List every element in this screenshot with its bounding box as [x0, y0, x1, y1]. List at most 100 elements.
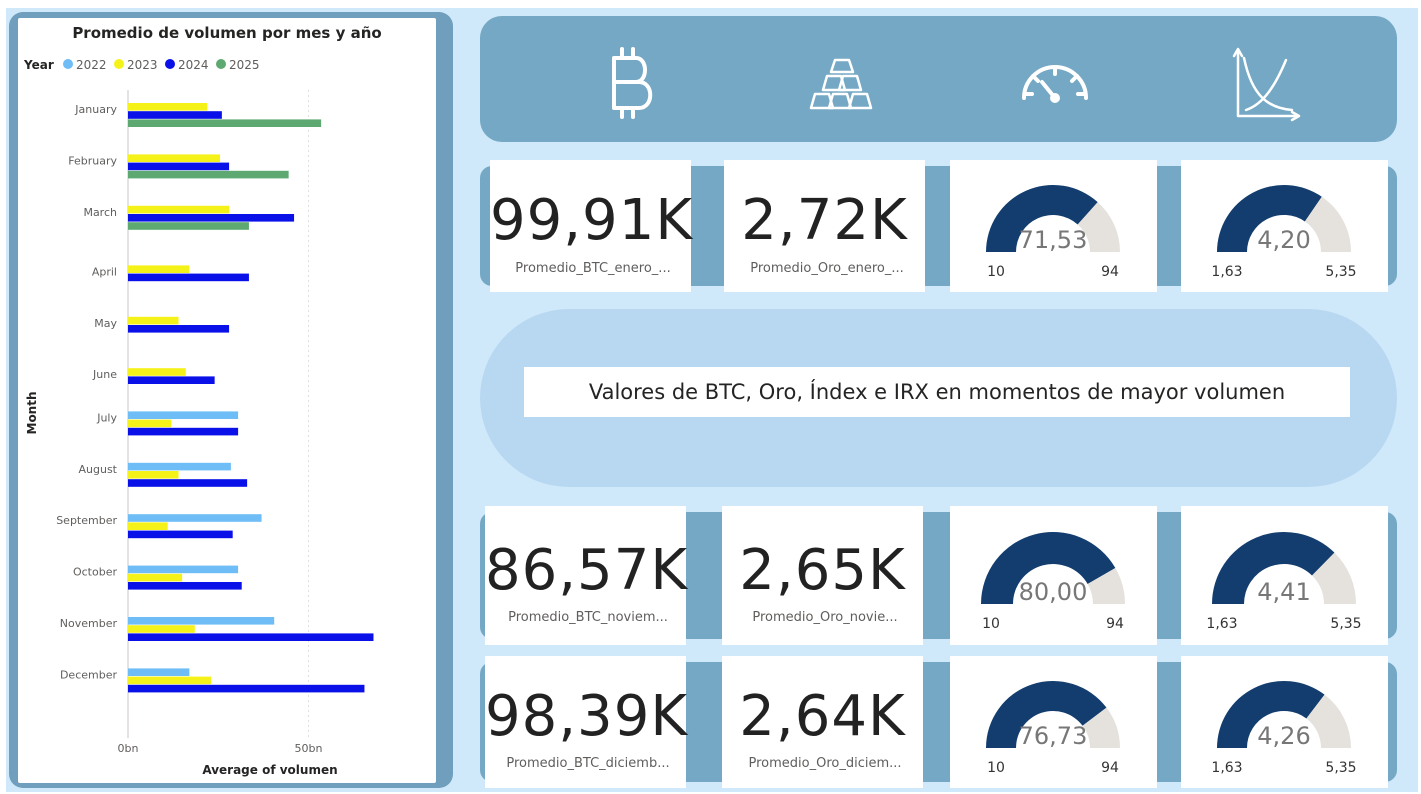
bar-2022-september[interactable]	[128, 514, 262, 522]
bar-2023-september[interactable]	[128, 522, 168, 530]
bar-2024-december[interactable]	[128, 684, 365, 693]
gauge-irx-january: 4,20 1,63 5,35	[1211, 185, 1357, 280]
gauge-card-irx-january[interactable]: 4,20 1,63 5,35	[1181, 160, 1388, 292]
icon-banner	[480, 16, 1397, 142]
chart-title: Promedio de volumen por mes y año	[72, 24, 381, 42]
section-title: Valores de BTC, Oro, Índex e IRX en mome…	[588, 380, 1286, 404]
speedometer-icon	[1016, 44, 1094, 122]
report-canvas: Promedio de volumen por mes y año Year 2…	[0, 0, 1421, 794]
value-axis: 0bn 50bn	[118, 742, 323, 755]
gauge-index-december: 76,73 10 94	[986, 681, 1120, 776]
bar-2024-february[interactable]	[128, 162, 230, 171]
category-label-january: January	[74, 103, 117, 116]
legend-marker-2022	[63, 59, 73, 69]
bar-2024-january[interactable]	[128, 111, 222, 119]
legend-title: Year	[23, 58, 54, 72]
bar-2024-july[interactable]	[128, 427, 239, 436]
bar-chart-svg: Promedio de volumen por mes y año Year 2…	[23, 24, 382, 777]
bar-2023-october[interactable]	[128, 573, 183, 582]
legend-label-2025: 2025	[229, 58, 260, 72]
gauge-max: 5,35	[1330, 616, 1361, 632]
category-label-october: October	[73, 566, 117, 579]
x-tick-label: 0bn	[118, 742, 139, 755]
bar-2024-june[interactable]	[128, 376, 215, 384]
gauge-max: 5,35	[1325, 264, 1356, 280]
category-label-june: June	[92, 368, 117, 381]
bar-2022-december[interactable]	[128, 668, 190, 676]
gauge-index-november: 80,00 10 94	[981, 532, 1125, 632]
legend-label-2023: 2023	[127, 58, 158, 72]
kpi-value: 2,64K	[739, 684, 906, 749]
kpi-label: Promedio_Oro_diciem...	[748, 756, 902, 771]
category-label-april: April	[92, 265, 117, 278]
bar-2022-july[interactable]	[128, 411, 239, 419]
kpi-value: 2,72K	[741, 188, 908, 253]
bar-2023-november[interactable]	[128, 625, 195, 633]
gauge-min: 1,63	[1211, 264, 1242, 280]
category-label-september: September	[56, 514, 117, 527]
section-banner: Valores de BTC, Oro, Índex e IRX en mome…	[480, 309, 1397, 487]
bar-2024-march[interactable]	[128, 214, 295, 222]
category-label-august: August	[79, 463, 118, 476]
category-axis: January February March April May June July Augu…	[56, 103, 117, 681]
bar-2023-march[interactable]	[128, 205, 230, 214]
bar-2024-november[interactable]	[128, 633, 374, 641]
bitcoin-icon	[592, 44, 670, 122]
kpi-label: Promedio_BTC_noviem...	[508, 610, 668, 625]
gauge-card-index-january[interactable]: 71,53 10 94	[950, 160, 1157, 292]
kpi-card-btc-january[interactable]: 99,91K Promedio_BTC_enero_...	[490, 160, 694, 292]
chart-legend[interactable]: Year 2022 2023 2024 2025	[23, 58, 260, 72]
category-label-february: February	[68, 154, 117, 167]
kpi-label: Promedio_BTC_diciemb...	[506, 756, 670, 771]
bar-2024-october[interactable]	[128, 582, 242, 590]
gauge-value: 80,00	[1019, 578, 1088, 606]
category-label-december: December	[60, 668, 118, 681]
legend-label-2022: 2022	[76, 58, 107, 72]
bar-2025-march[interactable]	[128, 222, 249, 230]
y-axis-label: Month	[25, 391, 39, 434]
kpi-row-december: 98,39K Promedio_BTC_diciemb... 2,64K Pro…	[480, 656, 1397, 788]
bar-2023-may[interactable]	[128, 316, 179, 325]
gold-bars-icon	[803, 44, 881, 122]
gauge-irx-december: 4,26 1,63 5,35	[1211, 681, 1357, 776]
bar-2024-august[interactable]	[128, 479, 248, 487]
kpi-label: Promedio_Oro_novie...	[752, 610, 898, 625]
volume-bar-chart[interactable]: Promedio de volumen por mes y año Year 2…	[18, 18, 436, 783]
legend-marker-2024	[165, 59, 175, 69]
gauge-card-irx-december[interactable]: 4,26 1,63 5,35	[1181, 656, 1388, 788]
gauge-max: 94	[1101, 760, 1119, 776]
gauge-card-index-december[interactable]: 76,73 10 94	[950, 656, 1157, 788]
bar-2023-december[interactable]	[128, 676, 212, 685]
bar-2024-may[interactable]	[128, 325, 230, 333]
bar-2023-august[interactable]	[128, 471, 179, 479]
legend-label-2024: 2024	[178, 58, 209, 72]
gauge-min: 1,63	[1206, 616, 1237, 632]
kpi-value: 99,91K	[490, 188, 694, 253]
bar-2023-april[interactable]	[128, 265, 190, 273]
kpi-card-gold-january[interactable]: 2,72K Promedio_Oro_enero_...	[724, 160, 925, 292]
bar-2023-july[interactable]	[128, 419, 172, 428]
kpi-card-gold-december[interactable]: 2,64K Promedio_Oro_diciem...	[722, 656, 923, 788]
kpi-card-btc-november[interactable]: 86,57K Promedio_BTC_noviem...	[485, 506, 687, 645]
kpi-row-november: 86,57K Promedio_BTC_noviem... 2,65K Prom…	[480, 506, 1397, 645]
bar-2022-october[interactable]	[128, 565, 239, 574]
section-title-box: Valores de BTC, Oro, Índex e IRX en mome…	[524, 367, 1350, 417]
gauge-min: 10	[982, 616, 1000, 632]
bar-2025-february[interactable]	[128, 170, 289, 179]
gauge-value: 71,53	[1019, 226, 1088, 254]
bar-2023-january[interactable]	[128, 103, 208, 111]
bar-2023-february[interactable]	[128, 154, 221, 162]
bar-2022-august[interactable]	[128, 462, 231, 471]
x-tick-label: 50bn	[295, 742, 323, 755]
bar-2024-april[interactable]	[128, 273, 249, 282]
gauge-card-index-november[interactable]: 80,00 10 94	[950, 506, 1157, 645]
kpi-card-gold-november[interactable]: 2,65K Promedio_Oro_novie...	[722, 506, 923, 645]
gauge-card-irx-november[interactable]: 4,41 1,63 5,35	[1181, 506, 1388, 645]
kpi-card-btc-december[interactable]: 98,39K Promedio_BTC_diciemb...	[485, 656, 687, 788]
gauge-min: 1,63	[1211, 760, 1242, 776]
bar-2025-january[interactable]	[128, 119, 322, 127]
bar-2022-november[interactable]	[128, 617, 275, 625]
bar-2024-september[interactable]	[128, 530, 233, 539]
bar-2023-june[interactable]	[128, 368, 186, 376]
category-label-may: May	[94, 317, 117, 330]
